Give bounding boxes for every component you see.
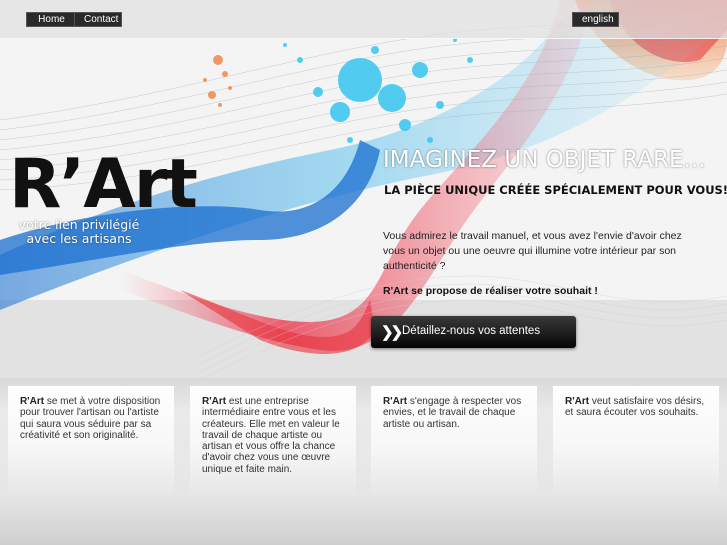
info-card: R'Art est une entreprise intermédiaire e… <box>190 386 356 496</box>
info-card-body: est une entreprise intermédiaire entre v… <box>202 396 340 475</box>
brand-tagline-line1: votre lien privilégié <box>18 217 140 232</box>
hero-subheadline: LA PIÈCE UNIQUE CRÉÉE SPÉCIALEMENT POUR … <box>384 183 727 197</box>
hero-promise-text: R'Art se propose de réaliser votre souha… <box>383 285 598 297</box>
brand-tagline: votre lien privilégié avec les artisans <box>9 218 149 246</box>
info-card-brand: R'Art <box>20 396 45 407</box>
info-card: R'Art veut satisfaire vos désirs, et sau… <box>553 386 719 496</box>
info-card-text: R'Art se met à votre disposition pour tr… <box>8 386 174 441</box>
info-card-brand: R'Art <box>202 396 227 407</box>
page: Home Contact english R’Art votre lien pr… <box>0 0 727 545</box>
brand-name: R’Art <box>9 145 198 224</box>
hero-intro-text: Vous admirez le travail manuel, et vous … <box>383 230 682 272</box>
details-request-button[interactable]: ❯❯ Détaillez-nous vos attentes <box>371 316 576 348</box>
info-card-text: R'Art s'engage à respecter vos envies, e… <box>371 386 537 430</box>
nav-home-button[interactable]: Home <box>26 12 77 27</box>
info-card-brand: R'Art <box>383 396 408 407</box>
double-chevron-right-icon: ❯❯ <box>381 324 403 341</box>
brand-logo[interactable]: R’Art votre lien privilégié avec les art… <box>9 145 198 246</box>
top-navigation-bar: Home Contact english <box>0 0 727 39</box>
info-card: R'Art se met à votre disposition pour tr… <box>8 386 174 496</box>
brand-tagline-line2: avec les artisans <box>26 231 132 246</box>
details-request-button-label: Détaillez-nous vos attentes <box>402 325 541 337</box>
info-card: R'Art s'engage à respecter vos envies, e… <box>371 386 537 496</box>
info-card-text: R'Art est une entreprise intermédiaire e… <box>190 386 356 475</box>
info-card-text: R'Art veut satisfaire vos désirs, et sau… <box>553 386 719 419</box>
nav-contact-button[interactable]: Contact <box>74 12 122 27</box>
language-switch-button[interactable]: english <box>572 12 619 27</box>
info-card-brand: R'Art <box>565 396 590 407</box>
hero-headline: IMAGINEZ UN OBJET RARE... <box>383 147 706 173</box>
